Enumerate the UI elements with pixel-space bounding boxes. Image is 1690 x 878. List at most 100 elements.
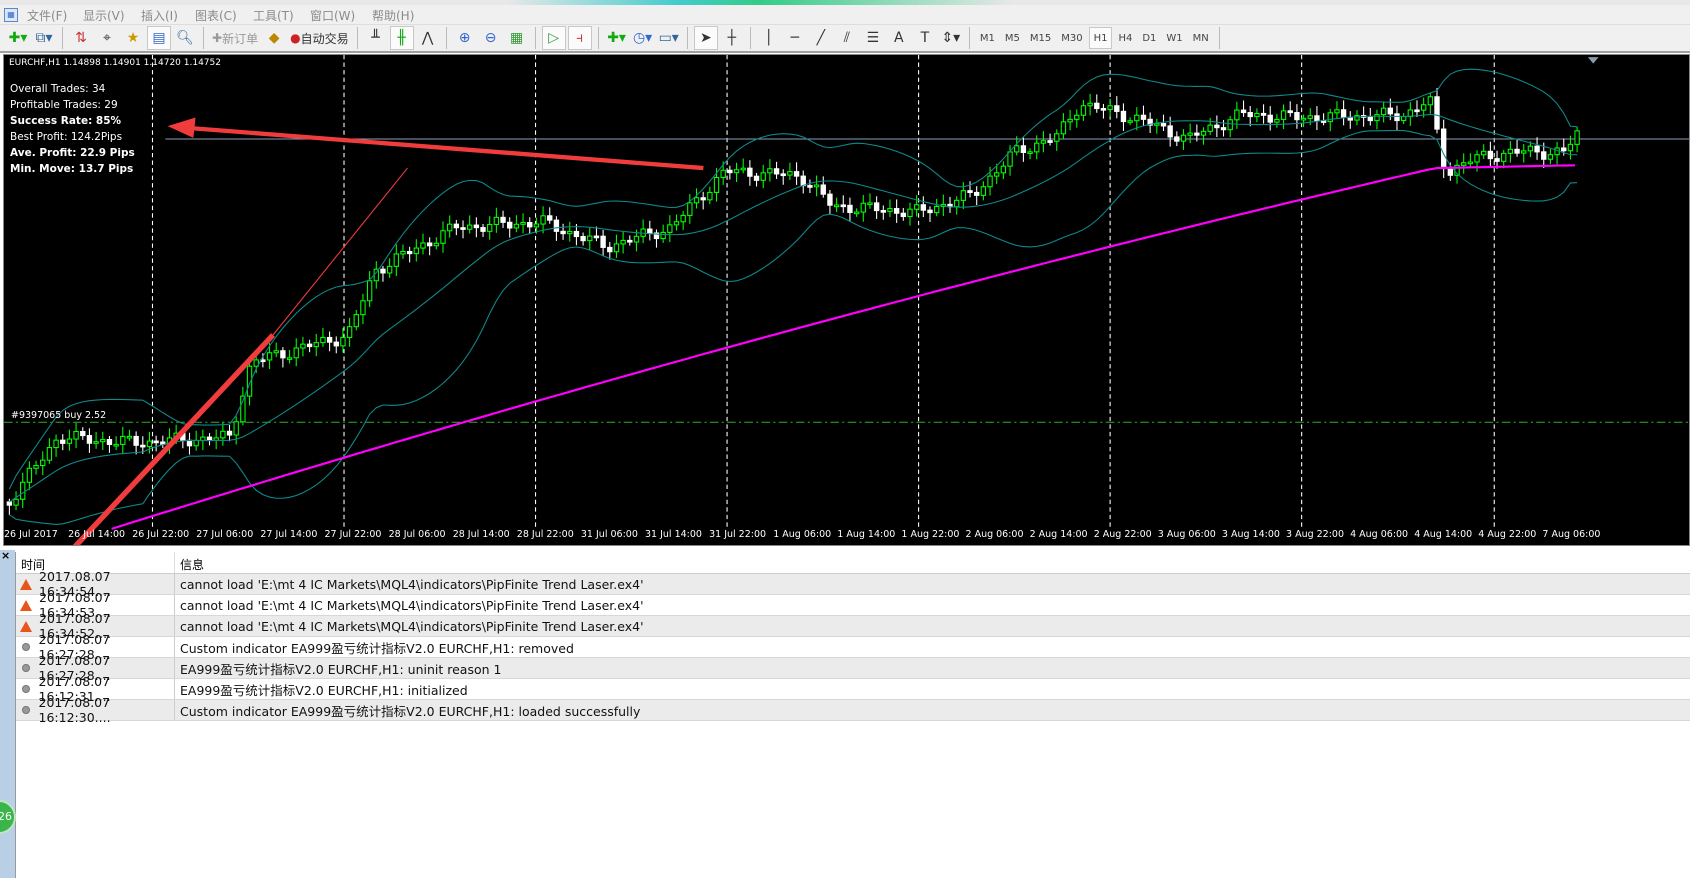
candle-body: [800, 175, 806, 187]
timeframe-m5[interactable]: M5: [1001, 27, 1024, 49]
fibonacci-icon[interactable]: ☰: [861, 26, 885, 50]
periods-icon[interactable]: ◷▾: [631, 26, 655, 50]
timeframe-m15[interactable]: M15: [1026, 27, 1055, 49]
x-axis-label: 2 Aug 06:00: [965, 529, 1024, 540]
tile-windows-icon[interactable]: ▦: [505, 26, 529, 50]
candle-body: [1047, 140, 1053, 143]
divider: [356, 27, 358, 49]
candle-body: [953, 199, 960, 208]
menu-file[interactable]: 文件(F): [27, 7, 67, 24]
equidistant-channel-icon[interactable]: ⫽: [835, 26, 859, 50]
candle-body: [553, 219, 560, 232]
strategy-tester-icon[interactable]: 🔍︎: [173, 26, 197, 50]
text-icon[interactable]: A: [887, 26, 911, 50]
journal-row[interactable]: 2017.08.07 16:12:30.... Custom indicator …: [16, 695, 1690, 725]
candle-body: [647, 228, 653, 234]
timeframe-h4[interactable]: H4: [1114, 27, 1136, 49]
candle-body: [120, 435, 126, 445]
timeframe-h1[interactable]: H1: [1088, 27, 1113, 49]
bar-chart-icon[interactable]: ╨: [364, 26, 388, 50]
candle-body: [13, 498, 19, 506]
candle-body: [286, 357, 293, 360]
timeframe-mn[interactable]: MN: [1189, 27, 1213, 49]
profiles-icon[interactable]: ⧉▾: [32, 26, 56, 50]
timeframe-w1[interactable]: W1: [1162, 27, 1186, 49]
journal-row[interactable]: 2017.08.07 16:27:28.... EA999盈亏统计指标V2.0 E…: [16, 653, 1690, 683]
candle-body: [660, 231, 666, 240]
trendline-icon[interactable]: ╱: [809, 26, 833, 50]
candle-body: [480, 227, 486, 232]
menu-insert[interactable]: 插入(I): [141, 7, 178, 24]
journal-row[interactable]: 2017.08.07 16:34:54.... cannot load 'E:\m…: [16, 569, 1690, 599]
candle-body: [113, 443, 119, 447]
new-order-button[interactable]: ✚ 新订单: [210, 26, 260, 50]
timeframe-m1[interactable]: M1: [976, 27, 999, 49]
chart-shift-icon[interactable]: ⫞: [567, 26, 592, 50]
candle-body: [1027, 151, 1033, 154]
menu-tools[interactable]: 工具(T): [253, 7, 294, 24]
candle-body: [547, 215, 553, 221]
candle-body: [433, 242, 440, 247]
divider: [445, 27, 447, 49]
price-chart[interactable]: EURCHF,H1 1.14898 1.14901 1.14720 1.1475…: [3, 54, 1690, 546]
warning-icon: [20, 599, 32, 611]
candle-body: [440, 230, 446, 244]
arrows-icon[interactable]: ⇕▾: [939, 26, 963, 50]
zoom-in-icon[interactable]: ⊕: [453, 26, 477, 50]
menu-help[interactable]: 帮助(H): [372, 7, 414, 24]
horizontal-line-icon[interactable]: ─: [783, 26, 807, 50]
candle-body: [753, 175, 760, 181]
column-message[interactable]: 信息: [175, 552, 209, 573]
menu-view[interactable]: 显示(V): [83, 7, 125, 24]
menu-window[interactable]: 窗口(W): [310, 7, 355, 24]
candle-body: [140, 444, 146, 448]
message-cell: EA999盈亏统计指标V2.0 EURCHF,H1: initialized: [180, 682, 468, 698]
journal-header: 时间 信息: [16, 552, 1690, 574]
candle-body: [1060, 121, 1067, 135]
candle-body: [1120, 110, 1127, 123]
candle-body: [1174, 136, 1180, 142]
terminal-icon[interactable]: ▤: [147, 26, 171, 50]
candle-body: [853, 211, 860, 215]
menu-bar: ▦ 文件(F) 显示(V) 插入(I) 图表(C) 工具(T) 窗口(W) 帮助…: [0, 5, 1690, 25]
candle-body: [1487, 150, 1494, 160]
new-chart-icon[interactable]: ✚▾: [6, 26, 30, 50]
candle-body: [507, 221, 513, 229]
data-window-icon[interactable]: ⌖: [95, 26, 119, 50]
candle-body: [1127, 120, 1133, 123]
auto-trading-button[interactable]: ● 自动交易: [288, 26, 351, 50]
timeframe-m30[interactable]: M30: [1057, 27, 1086, 49]
message-cell: cannot load 'E:\mt 4 IC Markets\MQL4\ind…: [180, 597, 644, 613]
menu-charts[interactable]: 图表(C): [195, 7, 237, 24]
auto-scroll-icon[interactable]: ▷: [541, 26, 566, 50]
candle-body: [560, 230, 566, 235]
candle-body: [1274, 118, 1280, 123]
cursor-icon[interactable]: ➤: [693, 26, 718, 50]
candle-body: [1420, 104, 1427, 111]
metaeditor-icon[interactable]: ◆: [262, 26, 286, 50]
candle-body: [867, 202, 873, 206]
crosshair-icon[interactable]: ┼: [720, 26, 744, 50]
line-chart-icon[interactable]: ⋀: [416, 26, 440, 50]
vertical-line-icon[interactable]: │: [757, 26, 781, 50]
chart-canvas: [4, 55, 1689, 545]
templates-icon[interactable]: ▭▾: [657, 26, 681, 50]
text-label-icon[interactable]: T: [913, 26, 937, 50]
market-watch-icon[interactable]: ⇅: [69, 26, 93, 50]
candle-body: [813, 184, 820, 188]
moving-average-line: [111, 164, 1575, 530]
journal-row[interactable]: 2017.08.07 16:12:31.... EA999盈亏统计指标V2.0 E…: [16, 674, 1690, 704]
journal-row[interactable]: 2017.08.07 16:34:52.... cannot load 'E:\m…: [16, 611, 1690, 641]
divider: [203, 27, 204, 49]
close-terminal-button[interactable]: ×: [1, 549, 10, 562]
stat-success-rate: Success Rate: 85%: [10, 115, 122, 127]
timeframe-d1[interactable]: D1: [1138, 27, 1160, 49]
navigator-icon[interactable]: ★: [121, 26, 145, 50]
zoom-out-icon[interactable]: ⊖: [479, 26, 503, 50]
candlestick-icon[interactable]: ╫: [389, 26, 414, 50]
candle-body: [893, 208, 900, 214]
indicators-icon[interactable]: ✚▾: [605, 26, 629, 50]
journal-row[interactable]: 2017.08.07 16:27:28.... Custom indicator …: [16, 632, 1690, 662]
candle-body: [1380, 107, 1387, 116]
journal-row[interactable]: 2017.08.07 16:34:53.... cannot load 'E:\m…: [16, 590, 1690, 620]
